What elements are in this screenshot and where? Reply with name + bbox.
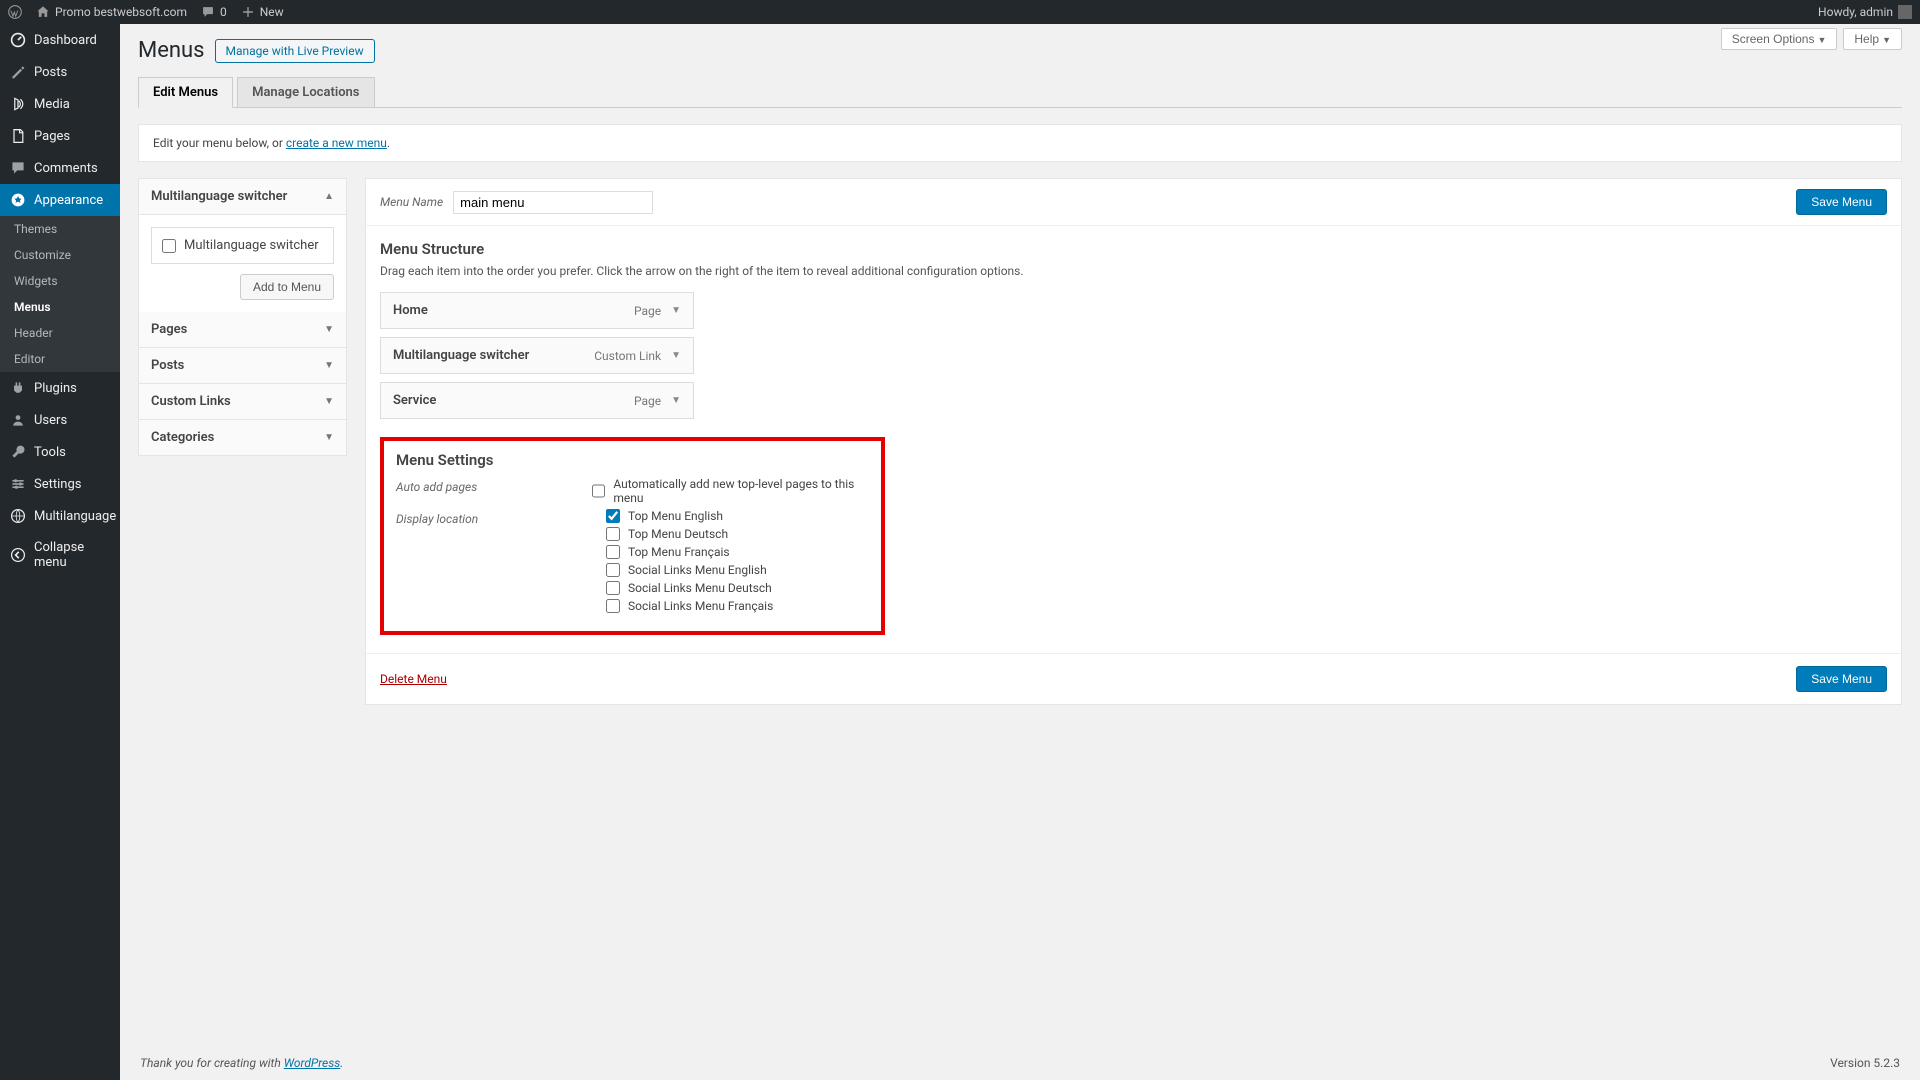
tab-manage-locations[interactable]: Manage Locations — [237, 77, 374, 107]
display-location-label: Display location — [396, 509, 606, 613]
site-link[interactable]: Promo bestwebsoft.com — [36, 5, 187, 19]
acc-categories[interactable]: Categories▼ — [139, 420, 346, 455]
sidebar-item-media[interactable]: Media — [0, 88, 120, 120]
location-options: Top Menu English Top Menu Deutsch Top Menu… — [606, 509, 773, 613]
menu-settings-title: Menu Settings — [396, 451, 869, 469]
add-items-accordion: Multilanguage switcher▲ Multilanguage sw… — [138, 178, 347, 456]
menu-item[interactable]: Service Page▼ — [380, 382, 694, 419]
save-menu-button-top[interactable]: Save Menu — [1796, 189, 1887, 215]
menu-item-title: Multilanguage switcher — [393, 348, 529, 363]
screen-options-button[interactable]: Screen Options▼ — [1721, 28, 1838, 50]
chevron-up-icon: ▲ — [324, 191, 334, 202]
menu-item[interactable]: Multilanguage switcher Custom Link▼ — [380, 337, 694, 374]
sidebar-item-multilanguage[interactable]: Multilanguage — [0, 500, 120, 532]
acc-posts[interactable]: Posts▼ — [139, 348, 346, 384]
chevron-down-icon: ▼ — [324, 396, 334, 407]
wordpress-link[interactable]: WordPress — [284, 1056, 341, 1070]
admin-bar: Promo bestwebsoft.com 0 New Howdy, admin — [0, 0, 1920, 24]
multilang-switcher-checkbox-row[interactable]: Multilanguage switcher — [151, 227, 334, 264]
chevron-down-icon[interactable]: ▼ — [671, 305, 681, 316]
tab-nav: Edit Menus Manage Locations — [138, 77, 1902, 108]
submenu-widgets[interactable]: Widgets — [0, 268, 120, 294]
avatar — [1898, 5, 1912, 19]
menu-structure-desc: Drag each item into the order you prefer… — [380, 264, 1887, 278]
delete-menu-link[interactable]: Delete Menu — [380, 672, 447, 686]
tab-edit-menus[interactable]: Edit Menus — [138, 77, 233, 108]
create-new-menu-link[interactable]: create a new menu — [286, 136, 387, 150]
sidebar-item-pages[interactable]: Pages — [0, 120, 120, 152]
live-preview-button[interactable]: Manage with Live Preview — [215, 39, 375, 63]
location-checkbox-row[interactable]: Top Menu English — [606, 509, 773, 523]
edit-notice: Edit your menu below, or create a new me… — [138, 124, 1902, 162]
menu-item[interactable]: Home Page▼ — [380, 292, 694, 329]
sidebar-item-collapse[interactable]: Collapse menu — [0, 532, 120, 578]
page-title: Menus — [138, 38, 205, 63]
location-checkbox-row[interactable]: Top Menu Français — [606, 545, 773, 559]
wp-logo-icon[interactable] — [8, 5, 22, 19]
page-footer: Thank you for creating with WordPress. V… — [138, 1038, 1902, 1080]
sidebar-item-tools[interactable]: Tools — [0, 436, 120, 468]
add-to-menu-button[interactable]: Add to Menu — [240, 274, 334, 300]
multilang-switcher-checkbox[interactable] — [162, 239, 176, 253]
sidebar-item-dashboard[interactable]: Dashboard — [0, 24, 120, 56]
version-label: Version 5.2.3 — [1830, 1056, 1900, 1070]
acc-pages[interactable]: Pages▼ — [139, 312, 346, 348]
new-label: New — [260, 5, 284, 19]
menu-edit-panel: Menu Name Save Menu Menu Structure Drag … — [365, 178, 1902, 705]
comments-count: 0 — [220, 5, 227, 19]
location-checkbox[interactable] — [606, 545, 620, 559]
sidebar-item-comments[interactable]: Comments — [0, 152, 120, 184]
location-checkbox-row[interactable]: Top Menu Deutsch — [606, 527, 773, 541]
submenu-themes[interactable]: Themes — [0, 216, 120, 242]
location-checkbox-row[interactable]: Social Links Menu Français — [606, 599, 773, 613]
admin-sidebar: Dashboard Posts Media Pages Comments App… — [0, 24, 120, 1080]
menu-item-type: Page▼ — [634, 304, 681, 318]
submenu-customize[interactable]: Customize — [0, 242, 120, 268]
sidebar-item-users[interactable]: Users — [0, 404, 120, 436]
chevron-down-icon: ▼ — [324, 324, 334, 335]
menu-item-type: Page▼ — [634, 394, 681, 408]
menu-name-input[interactable] — [453, 191, 653, 214]
location-checkbox-row[interactable]: Social Links Menu English — [606, 563, 773, 577]
sidebar-item-settings[interactable]: Settings — [0, 468, 120, 500]
help-button[interactable]: Help▼ — [1843, 28, 1902, 50]
chevron-down-icon: ▼ — [1817, 35, 1826, 45]
auto-add-checkbox[interactable] — [592, 484, 605, 498]
user-greeting[interactable]: Howdy, admin — [1818, 5, 1912, 19]
menu-structure-title: Menu Structure — [380, 240, 1887, 258]
sidebar-item-appearance[interactable]: Appearance — [0, 184, 120, 216]
sidebar-item-plugins[interactable]: Plugins — [0, 372, 120, 404]
submenu-menus[interactable]: Menus — [0, 294, 120, 320]
save-menu-button-bottom[interactable]: Save Menu — [1796, 666, 1887, 692]
auto-add-label: Auto add pages — [396, 477, 592, 505]
chevron-down-icon: ▼ — [324, 432, 334, 443]
location-checkbox[interactable] — [606, 527, 620, 541]
chevron-down-icon[interactable]: ▼ — [671, 395, 681, 406]
chevron-down-icon[interactable]: ▼ — [671, 350, 681, 361]
menu-name-label: Menu Name — [380, 195, 443, 209]
menu-items-list: Home Page▼ Multilanguage switcher Custom Li… — [380, 292, 1887, 419]
comments-link[interactable]: 0 — [201, 5, 227, 19]
acc-multilanguage-switcher[interactable]: Multilanguage switcher▲ — [139, 179, 346, 215]
chevron-down-icon: ▼ — [1882, 35, 1891, 45]
location-checkbox[interactable] — [606, 509, 620, 523]
chevron-down-icon: ▼ — [324, 360, 334, 371]
menu-item-type: Custom Link▼ — [594, 349, 681, 363]
menu-settings-panel: Menu Settings Auto add pages Automatical… — [380, 437, 885, 635]
menu-item-title: Home — [393, 303, 428, 318]
location-checkbox[interactable] — [606, 599, 620, 613]
submenu-header[interactable]: Header — [0, 320, 120, 346]
new-content-link[interactable]: New — [241, 5, 284, 19]
main-content: Screen Options▼ Help▼ Menus Manage with … — [120, 24, 1920, 1080]
acc-custom-links[interactable]: Custom Links▼ — [139, 384, 346, 420]
location-checkbox-row[interactable]: Social Links Menu Deutsch — [606, 581, 773, 595]
location-checkbox[interactable] — [606, 563, 620, 577]
site-name: Promo bestwebsoft.com — [55, 5, 187, 19]
sidebar-item-posts[interactable]: Posts — [0, 56, 120, 88]
menu-item-title: Service — [393, 393, 436, 408]
appearance-submenu: Themes Customize Widgets Menus Header Ed… — [0, 216, 120, 372]
location-checkbox[interactable] — [606, 581, 620, 595]
submenu-editor[interactable]: Editor — [0, 346, 120, 372]
auto-add-checkbox-row[interactable]: Automatically add new top-level pages to… — [592, 477, 869, 505]
